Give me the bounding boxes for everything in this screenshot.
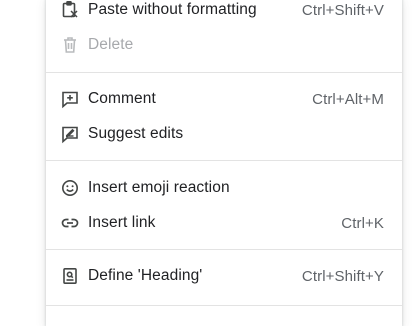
menu-item-paste-without-formatting[interactable]: Paste without formatting Ctrl+Shift+V [46,0,402,25]
paste-plain-icon [60,0,80,20]
menu-separator [46,249,402,250]
menu-item-define[interactable]: Define 'Heading' Ctrl+Shift+Y [46,261,402,291]
menu-item-label: Insert emoji reaction [88,179,230,196]
suggest-edit-icon [60,124,80,144]
add-comment-icon [60,89,80,109]
menu-item-shortcut: Ctrl+Alt+M [312,90,384,108]
menu-item-shortcut: Ctrl+Shift+V [301,1,384,19]
menu-item-label: Delete [88,36,134,53]
menu-item-label: Paste without formatting [88,1,257,18]
context-menu: Paste without formatting Ctrl+Shift+V De… [46,0,402,326]
link-icon [60,213,80,233]
menu-item-shortcut: Ctrl+K [341,214,384,232]
menu-separator [46,160,402,161]
menu-item-insert-emoji-reaction[interactable]: Insert emoji reaction [46,173,402,203]
menu-item-comment[interactable]: Comment Ctrl+Alt+M [46,84,402,114]
menu-item-label: Comment [88,90,156,107]
trash-icon [60,35,80,55]
menu-item-label: Define 'Heading' [88,267,203,284]
menu-item-label: Suggest edits [88,125,184,142]
menu-item-insert-link[interactable]: Insert link Ctrl+K [46,208,402,238]
menu-item-delete[interactable]: Delete [46,30,402,60]
menu-separator [46,305,402,306]
dictionary-icon [60,266,80,286]
menu-separator [46,72,402,73]
menu-item-label: Insert link [88,214,156,231]
menu-item-shortcut: Ctrl+Shift+Y [301,267,384,285]
menu-item-suggest-edits[interactable]: Suggest edits [46,119,402,149]
emoji-icon [60,178,80,198]
